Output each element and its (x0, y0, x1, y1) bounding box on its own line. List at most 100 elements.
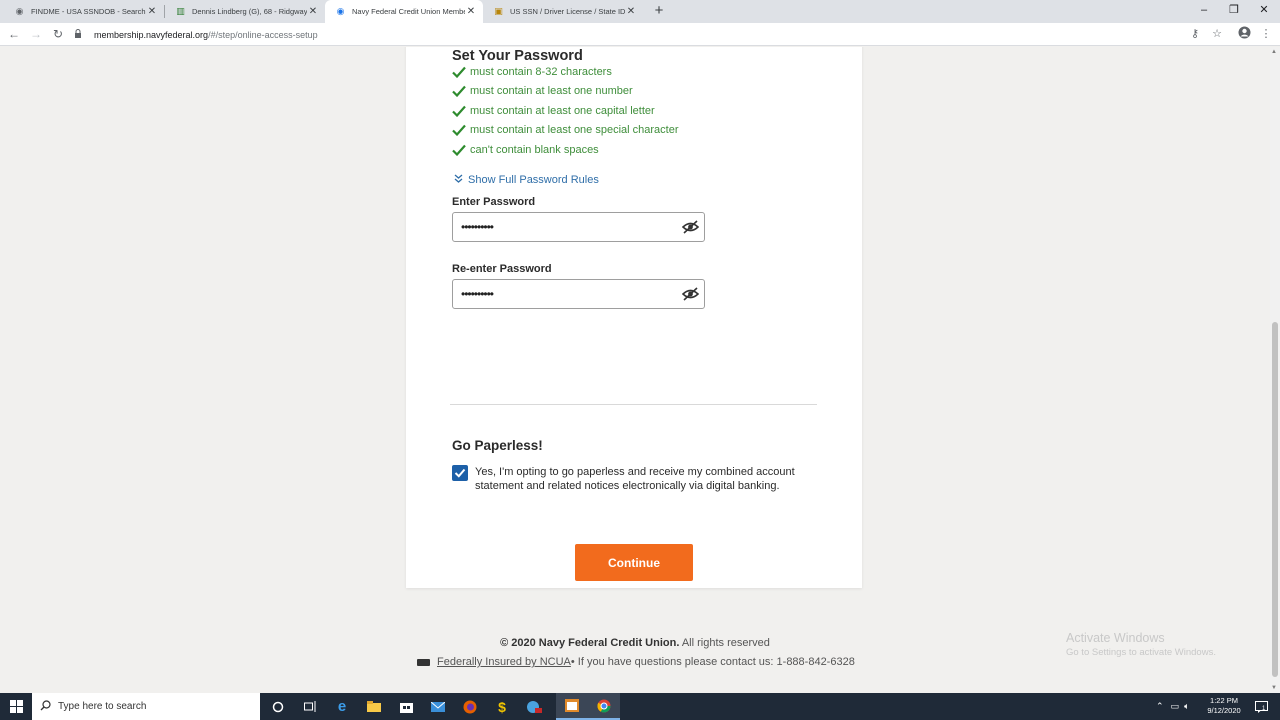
paperless-consent-text: Yes, I'm opting to go paperless and rece… (475, 466, 795, 492)
browser-toolbar: ← → ↻ membership.navyfederal.org /#/step… (0, 23, 1280, 46)
system-tray: ⌃ ▭ 🔈︎ (1156, 693, 1189, 720)
clock-date: 9/12/2020 (1207, 706, 1241, 715)
tab-title: Dennis Lindberg (G), 68 - Ridgway (192, 7, 307, 16)
password-rule: must contain at least one special charac… (452, 122, 679, 138)
dollar-app-icon[interactable]: $ (486, 693, 518, 720)
close-icon[interactable]: ✕ (465, 6, 477, 17)
back-arrow-icon[interactable]: ← (5, 25, 23, 43)
show-full-password-rules-link[interactable]: Show Full Password Rules (454, 174, 599, 186)
password-value: •••••••••• (461, 220, 494, 234)
notification-icon[interactable]: 1 (1250, 693, 1272, 720)
url-host: membership.navyfederal.org (94, 29, 209, 40)
footer-contact: Federally Insured by NCUA • If you have … (417, 656, 855, 668)
ncua-icon (417, 658, 430, 666)
minimize-button[interactable]: – (1189, 0, 1219, 22)
star-icon[interactable]: ☆ (1209, 26, 1225, 42)
network-icon[interactable]: ▭ (1171, 701, 1180, 712)
tab-us-ssn[interactable]: ▣ US SSN / Driver License / State ID ✕ (483, 0, 643, 23)
menu-icon[interactable]: ⋮ (1258, 26, 1274, 42)
scroll-down-arrow-icon[interactable]: ▼ (1271, 685, 1277, 691)
close-icon[interactable]: ✕ (146, 6, 158, 17)
chrome-icon[interactable] (588, 693, 620, 720)
rule-text: must contain at least one capital letter (470, 105, 655, 117)
rule-text: can't contain blank spaces (470, 144, 599, 156)
continue-button[interactable]: Continue (575, 544, 693, 581)
show-rules-label: Show Full Password Rules (468, 174, 599, 186)
password-rule: can't contain blank spaces (452, 142, 599, 158)
copyright-rest: All rights reserved (679, 637, 770, 649)
tab-title: Navy Federal Credit Union Membership (352, 7, 465, 16)
windows-start-icon[interactable] (0, 693, 32, 720)
search-placeholder: Type here to search (58, 701, 147, 712)
form-card: Set Your Password must contain 8-32 char… (406, 47, 862, 588)
eye-slash-icon[interactable] (682, 220, 699, 234)
taskbar-clock[interactable]: 1:22 PM 9/12/2020 (1198, 696, 1250, 716)
store-icon[interactable] (390, 693, 422, 720)
check-icon (452, 66, 466, 78)
search-icon (32, 699, 58, 714)
mail-icon[interactable] (422, 693, 454, 720)
reenter-password-label: Re-enter Password (452, 263, 552, 275)
app-window-icon[interactable] (556, 693, 588, 720)
file-explorer-icon[interactable] (358, 693, 390, 720)
close-icon[interactable]: ✕ (625, 6, 637, 17)
page-scrollbar[interactable]: ▲ ▼ (1270, 47, 1280, 693)
rule-text: must contain 8-32 characters (470, 66, 612, 78)
page-viewport: Set Your Password must contain 8-32 char… (0, 47, 1270, 693)
building-icon: ▥ (176, 6, 185, 16)
globe-icon: ◉ (15, 6, 24, 16)
section-divider (450, 404, 817, 405)
scroll-up-arrow-icon[interactable]: ▲ (1271, 49, 1277, 55)
chevron-up-icon[interactable]: ⌃ (1156, 701, 1164, 712)
password-value: •••••••••• (461, 287, 494, 301)
volume-icon[interactable]: 🔈︎ (1184, 701, 1189, 712)
scroll-thumb[interactable] (1272, 322, 1278, 677)
check-icon (452, 144, 466, 156)
close-window-button[interactable]: ✕ (1249, 0, 1279, 22)
reload-icon[interactable]: ↻ (49, 25, 67, 43)
tab-title: US SSN / Driver License / State ID (510, 7, 625, 16)
windows-taskbar: Type here to search e $ ⌃ ▭ 🔈︎ 1:22 PM 9… (0, 693, 1280, 720)
activate-windows-watermark: Activate Windows Go to Settings to activ… (1066, 631, 1216, 658)
address-bar[interactable]: membership.navyfederal.org /#/step/onlin… (74, 26, 1224, 43)
rule-text: must contain at least one special charac… (470, 124, 679, 136)
eye-slash-icon[interactable] (682, 287, 699, 301)
forward-arrow-icon[interactable]: → (27, 25, 45, 43)
reenter-password-field[interactable]: •••••••••• (452, 279, 705, 309)
tab-findme[interactable]: ◉ FINDME - USA SSNDOB - Search ✕ (4, 0, 164, 23)
page-title: Set Your Password (452, 48, 583, 64)
firefox-icon[interactable] (454, 693, 486, 720)
task-view-icon[interactable] (294, 693, 326, 720)
close-icon[interactable]: ✕ (307, 6, 319, 17)
enter-password-label: Enter Password (452, 196, 536, 208)
browser-tab-strip: ◉ FINDME - USA SSNDOB - Search ✕ ▥ Denni… (0, 0, 1280, 23)
password-rule: must contain 8-32 characters (452, 64, 612, 80)
check-icon (452, 124, 466, 136)
paperless-checkbox[interactable] (452, 465, 468, 481)
key-icon[interactable]: ⚷ (1187, 26, 1203, 42)
password-rule: must contain at least one number (452, 83, 633, 99)
clock-time: 1:22 PM (1210, 696, 1238, 705)
notification-count: 1 (1262, 706, 1266, 712)
check-icon (452, 105, 466, 117)
network-app-icon[interactable] (518, 693, 550, 720)
contact-text: • If you have questions please contact u… (570, 656, 855, 668)
tab-dennis-lindberg[interactable]: ▥ Dennis Lindberg (G), 68 - Ridgway ✕ (165, 0, 325, 23)
password-rule: must contain at least one capital letter (452, 103, 655, 119)
restore-button[interactable]: ❐ (1219, 0, 1249, 22)
ncua-link[interactable]: Federally Insured by NCUA (437, 656, 571, 668)
site-icon: ▣ (494, 6, 503, 16)
url-path: /#/step/online-access-setup (208, 29, 318, 40)
taskbar-search-box[interactable]: Type here to search (32, 693, 260, 720)
cortana-icon[interactable] (262, 693, 294, 720)
watermark-line1: Activate Windows (1066, 631, 1165, 645)
profile-icon[interactable] (1236, 26, 1252, 42)
edge-icon[interactable]: e (326, 693, 358, 720)
new-tab-button[interactable]: + (651, 3, 667, 19)
tab-title: FINDME - USA SSNDOB - Search (31, 7, 146, 16)
enter-password-field[interactable]: •••••••••• (452, 212, 705, 242)
go-paperless-heading: Go Paperless! (452, 438, 543, 453)
rule-text: must contain at least one number (470, 85, 633, 97)
watermark-line2: Go to Settings to activate Windows. (1066, 647, 1216, 658)
tab-navy-federal[interactable]: ◉ Navy Federal Credit Union Membership ✕ (325, 0, 483, 23)
